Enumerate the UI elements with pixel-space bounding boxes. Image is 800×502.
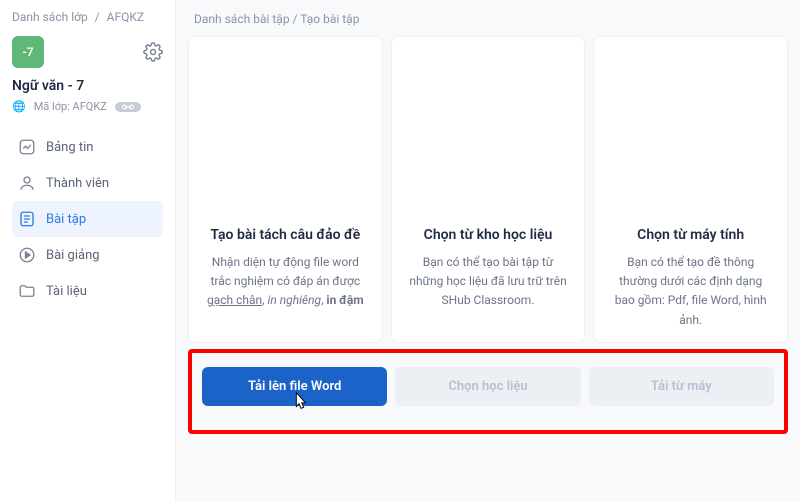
card-from-computer: Chọn từ máy tính Bạn có thể tạo đề thông… bbox=[593, 36, 788, 343]
chart-icon bbox=[18, 138, 36, 156]
class-row: -7 bbox=[12, 36, 163, 68]
folder-icon bbox=[18, 282, 36, 300]
sidebar-nav: Bảng tin Thành viên Bài tập Bài giảng Tà… bbox=[12, 129, 163, 309]
sidebar: Danh sách lớp / AFQKZ -7 Ngữ văn - 7 🌐 M… bbox=[0, 0, 176, 502]
globe-icon: 🌐 bbox=[12, 100, 26, 113]
link-icon[interactable] bbox=[115, 102, 141, 112]
card-title: Chọn từ máy tính bbox=[637, 227, 744, 243]
sidebar-item-label: Bảng tin bbox=[46, 140, 93, 155]
class-badge[interactable]: -7 bbox=[12, 36, 44, 68]
card-desc: Bạn có thể tạo bài tập từ những học liệu… bbox=[404, 253, 573, 311]
card-title: Chọn từ kho học liệu bbox=[424, 227, 553, 243]
crumb-current: Tạo bài tập bbox=[300, 12, 359, 26]
play-icon bbox=[18, 246, 36, 264]
sidebar-item-label: Bài giảng bbox=[46, 248, 100, 263]
sidebar-item-baitap[interactable]: Bài tập bbox=[12, 201, 163, 237]
cards-row: Tạo bài tách câu đảo đề Nhận diện tự độn… bbox=[188, 36, 788, 343]
sidebar-item-baigiang[interactable]: Bài giảng bbox=[12, 237, 163, 273]
highlighted-button-row: Tải lên file Word Chọn học liệu Tải từ m… bbox=[188, 349, 788, 434]
sidebar-item-tailieu[interactable]: Tài liệu bbox=[12, 273, 163, 309]
upload-from-computer-button[interactable]: Tải từ máy bbox=[589, 367, 774, 406]
card-desc: Bạn có thể tạo đề thông thường dưới các … bbox=[606, 253, 775, 330]
class-code-row: 🌐 Mã lớp: AFQKZ bbox=[12, 100, 163, 113]
sidebar-item-bangtin[interactable]: Bảng tin bbox=[12, 129, 163, 165]
crumb-root: Danh sách lớp bbox=[12, 10, 88, 24]
breadcrumb-page[interactable]: Danh sách bài tập / Tạo bài tập bbox=[194, 12, 788, 26]
breadcrumb-class[interactable]: Danh sách lớp / AFQKZ bbox=[12, 10, 163, 24]
card-split-questions: Tạo bài tách câu đảo đề Nhận diện tự độn… bbox=[188, 36, 383, 343]
gear-icon[interactable] bbox=[143, 42, 163, 62]
upload-word-button[interactable]: Tải lên file Word bbox=[202, 367, 387, 406]
crumb-code: AFQKZ bbox=[107, 10, 144, 24]
sidebar-item-label: Bài tập bbox=[46, 212, 86, 227]
class-title: Ngữ văn - 7 bbox=[12, 78, 163, 94]
class-code: Mã lớp: AFQKZ bbox=[34, 100, 107, 113]
card-title: Tạo bài tách câu đảo đề bbox=[210, 227, 360, 243]
user-icon bbox=[18, 174, 36, 192]
choose-library-button[interactable]: Chọn học liệu bbox=[395, 367, 580, 406]
sidebar-item-label: Thành viên bbox=[46, 176, 109, 191]
exercise-icon bbox=[18, 210, 36, 228]
sidebar-item-label: Tài liệu bbox=[46, 284, 87, 299]
cursor-icon bbox=[289, 390, 311, 416]
sidebar-item-thanhvien[interactable]: Thành viên bbox=[12, 165, 163, 201]
crumb-root: Danh sách bài tập bbox=[194, 12, 290, 26]
main: Danh sách bài tập / Tạo bài tập Tạo bài … bbox=[176, 0, 800, 502]
card-from-library: Chọn từ kho học liệu Bạn có thể tạo bài … bbox=[391, 36, 586, 343]
card-desc: Nhận diện tự động file word trắc nghiệm … bbox=[201, 253, 370, 311]
